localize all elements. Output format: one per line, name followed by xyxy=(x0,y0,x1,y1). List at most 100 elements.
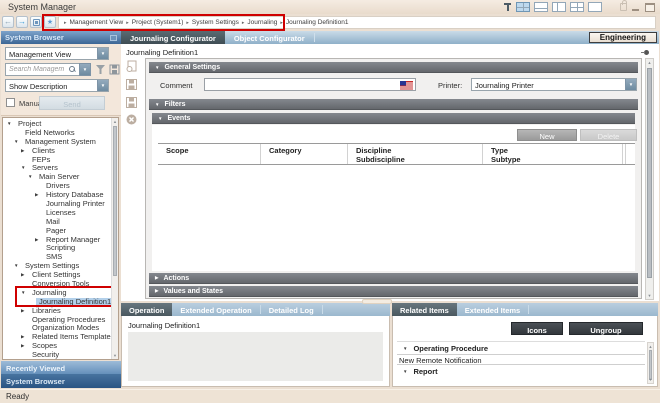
back-button[interactable]: ← xyxy=(2,16,14,28)
chevron-down-icon[interactable]: ▼ xyxy=(97,79,109,92)
pin-layout-icon[interactable] xyxy=(503,2,512,12)
breadcrumb-item-journaling[interactable]: Journaling xyxy=(247,19,277,26)
general-settings-header[interactable]: ▼ General Settings xyxy=(149,62,638,73)
minimize-button[interactable] xyxy=(631,3,641,12)
group-report[interactable]: ▼ Report xyxy=(397,365,645,377)
icons-button[interactable]: Icons xyxy=(511,322,563,335)
collapse-icon[interactable]: ▶ xyxy=(35,191,43,200)
send-button[interactable]: Send xyxy=(39,96,105,110)
recently-viewed-bar[interactable]: Recently Viewed xyxy=(1,361,121,374)
favorites-button[interactable]: ★ xyxy=(44,16,56,28)
scroll-up-icon[interactable]: ▲ xyxy=(648,344,653,349)
layout-single-button[interactable] xyxy=(588,2,602,12)
search-dropdown-icon[interactable]: ▼ xyxy=(79,63,91,76)
comment-input[interactable] xyxy=(205,79,415,90)
scroll-up-icon[interactable]: ▲ xyxy=(646,60,653,65)
tree-item[interactable]: ▶Clients xyxy=(3,147,118,156)
expand-icon[interactable]: ▼ xyxy=(14,138,22,147)
column-category[interactable]: Category xyxy=(261,144,348,164)
save-filter-icon[interactable] xyxy=(109,64,120,75)
expand-icon[interactable]: ▼ xyxy=(7,120,15,129)
forward-button[interactable]: → xyxy=(16,16,28,28)
tab-extended-operation[interactable]: Extended Operation xyxy=(172,303,259,316)
filter-icon[interactable] xyxy=(95,64,106,75)
tree-item[interactable]: FEPs xyxy=(3,156,118,165)
chevron-down-icon[interactable]: ▼ xyxy=(625,78,637,91)
tab-operation[interactable]: Operation xyxy=(121,303,172,316)
scroll-down-icon[interactable]: ▼ xyxy=(646,293,653,298)
actions-header[interactable]: ▶ Actions xyxy=(149,273,638,284)
restore-button[interactable] xyxy=(645,3,655,12)
recent-icon xyxy=(33,19,40,26)
scroll-down-icon[interactable]: ▼ xyxy=(112,353,118,358)
breadcrumb-item-management-view[interactable]: Management View xyxy=(70,19,124,26)
layout-horizontal-split-button[interactable] xyxy=(534,2,548,12)
save-icon[interactable] xyxy=(125,78,138,91)
related-item-new-remote-notification[interactable]: New Remote Notification xyxy=(397,354,645,365)
expand-icon[interactable]: ▼ xyxy=(14,262,22,271)
manual-checkbox[interactable] xyxy=(6,98,15,107)
expand-icon[interactable]: ▼ xyxy=(403,369,407,374)
system-browser-bar[interactable]: System Browser xyxy=(1,374,121,388)
chevron-down-icon[interactable]: ▼ xyxy=(97,47,109,60)
printer-selector[interactable]: Journaling Printer ▼ xyxy=(471,78,637,91)
tree-item[interactable]: Security xyxy=(3,351,118,360)
tab-detailed-log[interactable]: Detailed Log xyxy=(261,303,322,316)
collapse-icon[interactable]: ▶ xyxy=(21,342,29,351)
tab-object-configurator[interactable]: Object Configurator xyxy=(225,31,314,44)
new-button[interactable]: New xyxy=(517,129,577,141)
filters-header[interactable]: ▼ Filters xyxy=(149,99,638,110)
collapse-icon[interactable]: ▶ xyxy=(21,271,29,280)
column-scope[interactable]: Scope xyxy=(158,144,261,164)
layout-quad-button[interactable] xyxy=(516,2,530,12)
expand-icon[interactable]: ▼ xyxy=(21,164,29,173)
values-and-states-header[interactable]: ▶ Values and States xyxy=(149,286,638,297)
expand-icon[interactable]: ▼ xyxy=(21,289,29,298)
ungroup-button[interactable]: Ungroup xyxy=(569,322,643,335)
collapse-icon[interactable]: ▶ xyxy=(35,236,43,245)
breadcrumb-separator-icon: ▸ xyxy=(242,20,245,26)
breadcrumb-item-journaling-definition1[interactable]: Journaling Definition1 xyxy=(286,19,349,26)
layout-grid-button[interactable] xyxy=(570,2,584,12)
search-input[interactable] xyxy=(6,64,90,75)
scroll-up-icon[interactable]: ▲ xyxy=(112,119,118,124)
collapse-icon[interactable]: ▶ xyxy=(21,333,29,342)
tree-scrollbar[interactable]: ▲ ▼ xyxy=(111,118,118,359)
group-operating-procedure[interactable]: ▼ Operating Procedure xyxy=(397,342,645,354)
engineering-mode-button[interactable]: Engineering xyxy=(589,32,657,43)
save-all-icon[interactable] xyxy=(125,96,138,109)
scroll-down-icon[interactable]: ▼ xyxy=(648,377,653,382)
discard-icon[interactable] xyxy=(125,113,138,126)
collapse-icon[interactable]: ▶ xyxy=(21,147,29,156)
panel-splitter-handle[interactable] xyxy=(362,299,392,304)
tree-item[interactable]: ▶Related Items Templates xyxy=(3,333,118,342)
tree-item[interactable]: ▼Management System xyxy=(3,138,118,147)
expand-icon[interactable]: ▼ xyxy=(28,173,36,182)
tab-extended-items[interactable]: Extended Items xyxy=(457,303,528,316)
related-items-scrollbar-thumb[interactable] xyxy=(649,350,652,380)
description-selector[interactable]: Show Description ▼ xyxy=(5,79,109,92)
expand-icon[interactable]: ▼ xyxy=(403,346,407,351)
panel-pin-icon[interactable] xyxy=(110,35,117,41)
delete-button[interactable]: Delete xyxy=(580,129,637,141)
events-header[interactable]: ▼ Events xyxy=(152,113,635,124)
tab-related-items[interactable]: Related Items xyxy=(392,303,457,316)
collapse-icon[interactable]: ▶ xyxy=(21,307,29,316)
main-scrollbar[interactable]: ▲ ▼ xyxy=(645,58,654,300)
main-scrollbar-thumb[interactable] xyxy=(647,68,652,278)
breadcrumb-item-system-settings[interactable]: System Settings xyxy=(192,19,239,26)
column-type[interactable]: TypeSubtype xyxy=(483,144,623,164)
view-selector[interactable]: Management View ▼ xyxy=(5,47,109,60)
tree-item[interactable]: ▶Scopes xyxy=(3,342,118,351)
description-selector-value: Show Description xyxy=(9,82,67,91)
new-definition-icon[interactable] xyxy=(125,60,138,73)
recent-views-button[interactable] xyxy=(30,16,42,28)
tab-journaling-configurator[interactable]: Journaling Configurator xyxy=(121,31,225,44)
pin-icon[interactable] xyxy=(641,50,649,55)
tree-item[interactable]: Licenses xyxy=(3,209,118,218)
tree-scrollbar-thumb[interactable] xyxy=(113,126,117,276)
column-discipline[interactable]: DisciplineSubdiscipline xyxy=(348,144,483,164)
related-items-scrollbar[interactable]: ▲ ▼ xyxy=(647,342,654,384)
breadcrumb-item-project[interactable]: Project (System1) xyxy=(132,19,184,26)
layout-vertical-split-button[interactable] xyxy=(552,2,566,12)
